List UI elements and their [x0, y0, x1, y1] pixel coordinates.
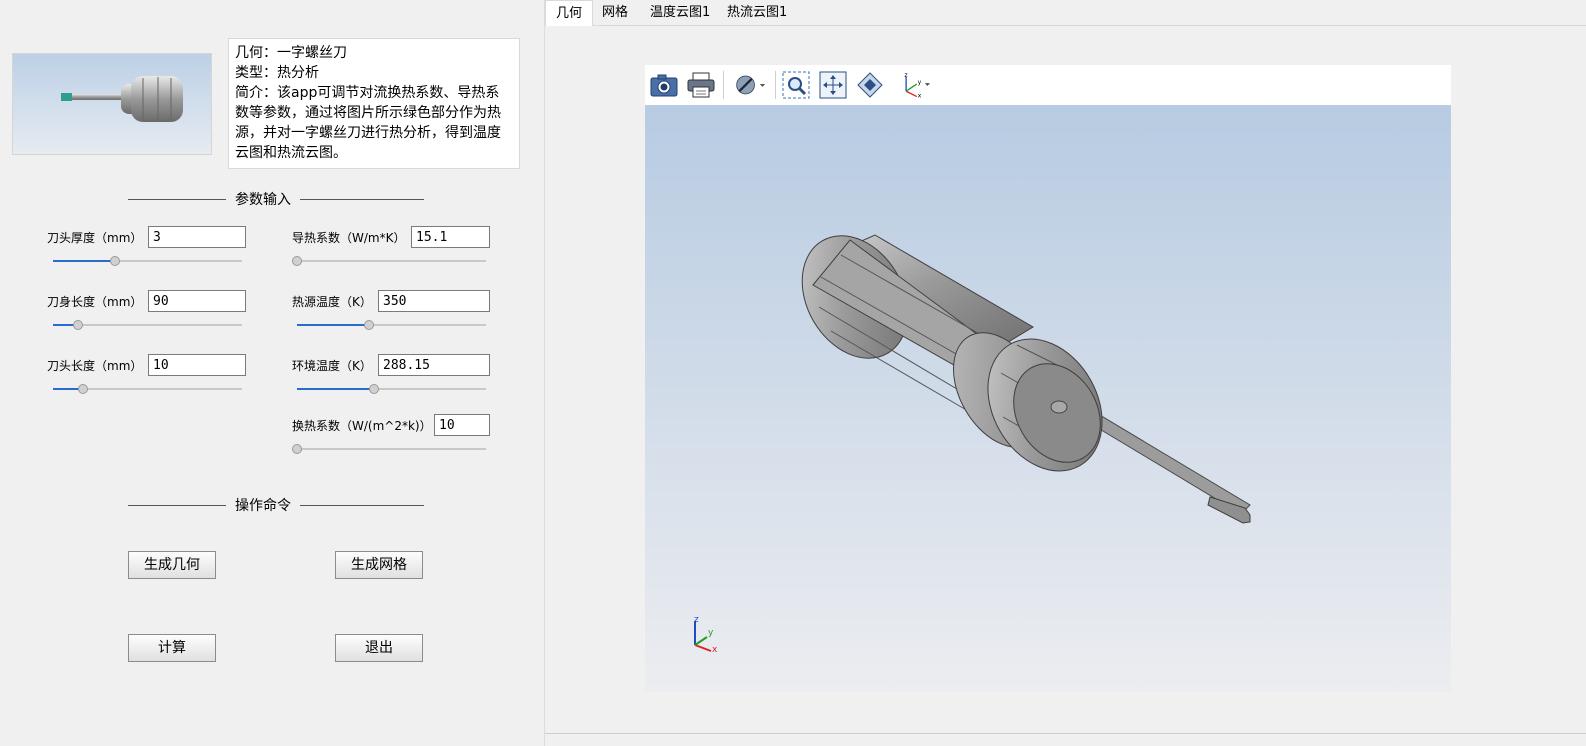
- heat-transfer-coefficient-input[interactable]: [434, 414, 490, 436]
- view-tab-bar: 几何 网格 温度云图1 热流云图1: [545, 0, 1586, 26]
- thermal-conductivity-input[interactable]: [411, 226, 490, 248]
- commands-section-title: 操作命令: [235, 498, 291, 514]
- tab-heat-flux-contour[interactable]: 热流云图1: [717, 0, 797, 25]
- parameter-panel: 几何：一字螺丝刀 类型：热分析 简介：该app可调节对流换热系数、导热系数等参数…: [0, 0, 545, 746]
- slider-handle[interactable]: [292, 256, 302, 266]
- viewer-toolbar: z yx: [645, 65, 1451, 105]
- slider-fill: [297, 324, 369, 326]
- axis-orientation-icon[interactable]: z yx: [899, 69, 931, 101]
- blade-length-slider[interactable]: [53, 384, 242, 394]
- ambient-temperature-slider[interactable]: [297, 384, 486, 394]
- divider-line: [300, 505, 424, 506]
- zoom-box-icon[interactable]: [780, 69, 812, 101]
- type-line: 类型：热分析: [235, 65, 319, 81]
- ambient-temperature-input[interactable]: [378, 354, 490, 376]
- hide-icon[interactable]: [734, 69, 766, 101]
- slider-handle[interactable]: [78, 384, 89, 394]
- slider-handle[interactable]: [110, 256, 121, 266]
- blade-length-input[interactable]: [148, 354, 246, 376]
- slider-handle[interactable]: [292, 444, 302, 454]
- camera-icon[interactable]: [648, 69, 680, 101]
- toolbar-separator: [775, 71, 776, 99]
- thermal-conductivity-label: 导热系数（W/m*K）: [292, 231, 406, 245]
- print-icon[interactable]: [685, 69, 717, 101]
- exit-button[interactable]: 退出: [335, 634, 423, 662]
- generate-geometry-button[interactable]: 生成几何: [128, 551, 216, 579]
- blade-length-label: 刀头长度（mm）: [47, 359, 143, 373]
- intro-text: 简介：该app可调节对流换热系数、导热系数等参数，通过将图片所示绿色部分作为热源…: [235, 85, 501, 161]
- params-section-title: 参数输入: [235, 192, 291, 208]
- generate-mesh-button[interactable]: 生成网格: [335, 551, 423, 579]
- source-temperature-slider[interactable]: [297, 320, 486, 330]
- slider-handle[interactable]: [363, 320, 374, 330]
- slider-handle[interactable]: [72, 320, 83, 330]
- screwdriver-model: [801, 234, 1251, 524]
- tab-mesh[interactable]: 网格: [592, 0, 638, 25]
- thermal-conductivity-slider[interactable]: [292, 256, 486, 266]
- divider-line: [128, 199, 226, 200]
- axis-z-label: z: [694, 615, 699, 625]
- shaft-length-input[interactable]: [148, 290, 246, 312]
- shaft-length-slider[interactable]: [53, 320, 242, 330]
- heat-transfer-coefficient-label: 换热系数（W/(m^2*k)）: [292, 419, 432, 433]
- compute-button[interactable]: 计算: [128, 634, 216, 662]
- geometry-line: 几何：一字螺丝刀: [235, 45, 347, 61]
- 3d-viewer: zyx z y x: [645, 65, 1451, 692]
- source-temperature-input[interactable]: [378, 290, 490, 312]
- fit-view-icon[interactable]: [854, 69, 886, 101]
- 3d-viewport[interactable]: z y x: [645, 105, 1451, 692]
- zoom-extents-icon[interactable]: [817, 69, 849, 101]
- tab-geometry[interactable]: 几何: [545, 0, 594, 26]
- shaft-length-label: 刀身长度（mm）: [47, 295, 143, 309]
- tab-temperature-contour[interactable]: 温度云图1: [640, 0, 720, 25]
- source-temperature-label: 热源温度（K）: [292, 295, 372, 309]
- divider-line: [300, 199, 424, 200]
- divider-line: [128, 505, 226, 506]
- blade-thickness-slider[interactable]: [53, 256, 242, 266]
- axis-x-label: x: [712, 645, 718, 655]
- svg-text:x: x: [918, 92, 922, 99]
- slider-fill: [297, 388, 375, 390]
- svg-text:y: y: [918, 79, 922, 86]
- blade-thickness-input[interactable]: [148, 226, 246, 248]
- svg-text:z: z: [904, 72, 907, 79]
- ambient-temperature-label: 环境温度（K）: [292, 359, 372, 373]
- geometry-thumbnail: [12, 53, 212, 155]
- app-description-box: 几何：一字螺丝刀 类型：热分析 简介：该app可调节对流换热系数、导热系数等参数…: [228, 38, 520, 169]
- slider-fill: [53, 260, 116, 262]
- heat-transfer-coefficient-slider[interactable]: [292, 444, 486, 454]
- divider-line: [545, 733, 1586, 734]
- blade-thickness-label: 刀头厚度（mm）: [47, 231, 143, 245]
- slider-handle[interactable]: [369, 384, 380, 394]
- axis-y-label: y: [708, 628, 714, 638]
- axis-triad-icon: [694, 621, 712, 652]
- toolbar-separator: [723, 71, 724, 99]
